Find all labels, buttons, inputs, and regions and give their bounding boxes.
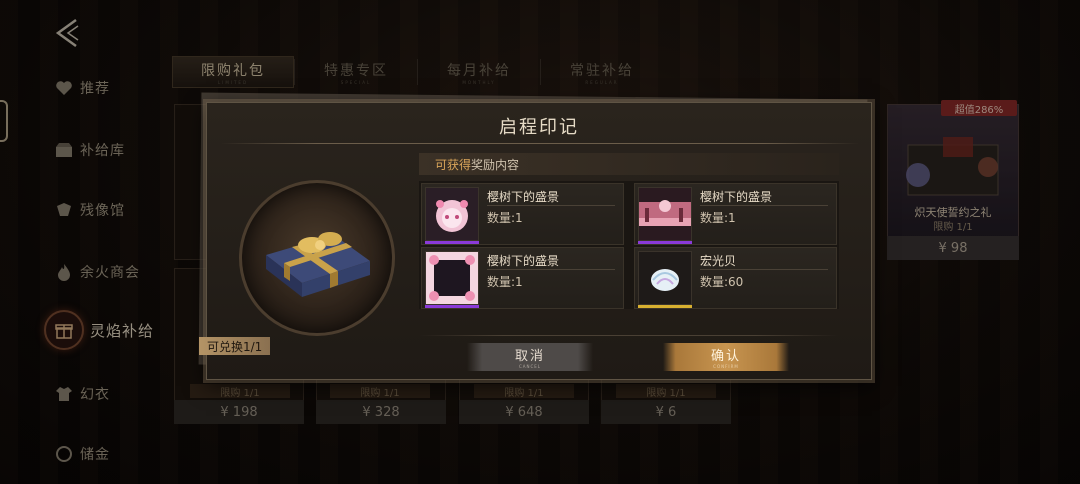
sakura-avatar-icon [425,187,479,241]
confirm-button[interactable]: 确认 CONFIRM [663,343,789,371]
redeem-count-badge: 可兑换1/1 [199,337,271,355]
rarity-bar [638,241,692,244]
sakura-frame-icon [425,251,479,305]
cancel-button[interactable]: 取消 CANCEL [467,343,593,371]
confirm-button-label: 确认 [710,349,741,364]
cancel-button-sublabel: CANCEL [518,364,542,369]
rarity-bar [425,241,479,244]
reward-item[interactable]: 樱树下的盛景 数量:1 [634,183,837,245]
divider [487,205,615,206]
reward-name: 樱树下的盛景 [487,254,560,268]
reward-name: 樱树下的盛景 [487,190,560,204]
reward-quantity: 数量:60 [700,275,744,289]
reward-item[interactable]: 樱树下的盛景 数量:1 [421,183,624,245]
reward-quantity: 数量:1 [487,275,523,289]
divider [700,205,828,206]
rewards-header-highlight: 可获得 [435,157,472,172]
rarity-bar [425,305,479,308]
rewards-header-text: 奖励内容 [471,157,520,172]
reward-item[interactable]: 樱树下的盛景 数量:1 [421,247,624,309]
reward-item[interactable]: 宏光贝 数量:60 [634,247,837,309]
divider [419,335,839,336]
rarity-bar [638,305,692,308]
rewards-grid: 樱树下的盛景 数量:1 樱树下的盛景 数量:1 樱树下的盛景 数量:1 宏光贝 … [419,181,839,309]
reward-quantity: 数量:1 [700,211,736,225]
dialog-title: 启程印记 [499,117,579,138]
divider [700,269,828,270]
confirm-button-sublabel: CONFIRM [713,364,739,369]
reward-name: 樱树下的盛景 [700,190,773,204]
reward-quantity: 数量:1 [487,211,523,225]
reward-dialog: 启程印记 可兑换1/1 可获得 奖励内容 樱树下的盛景 数量:1 樱树下的盛景 … [199,102,872,380]
rewards-header: 可获得 奖励内容 [419,153,839,175]
sakura-scene-icon [638,187,692,241]
divider [487,269,615,270]
cancel-button-label: 取消 [514,349,545,364]
shell-icon [638,251,692,305]
reward-name: 宏光贝 [700,254,737,268]
divider [221,143,859,144]
gift-preview [239,180,395,336]
gift-box-icon [266,232,370,297]
